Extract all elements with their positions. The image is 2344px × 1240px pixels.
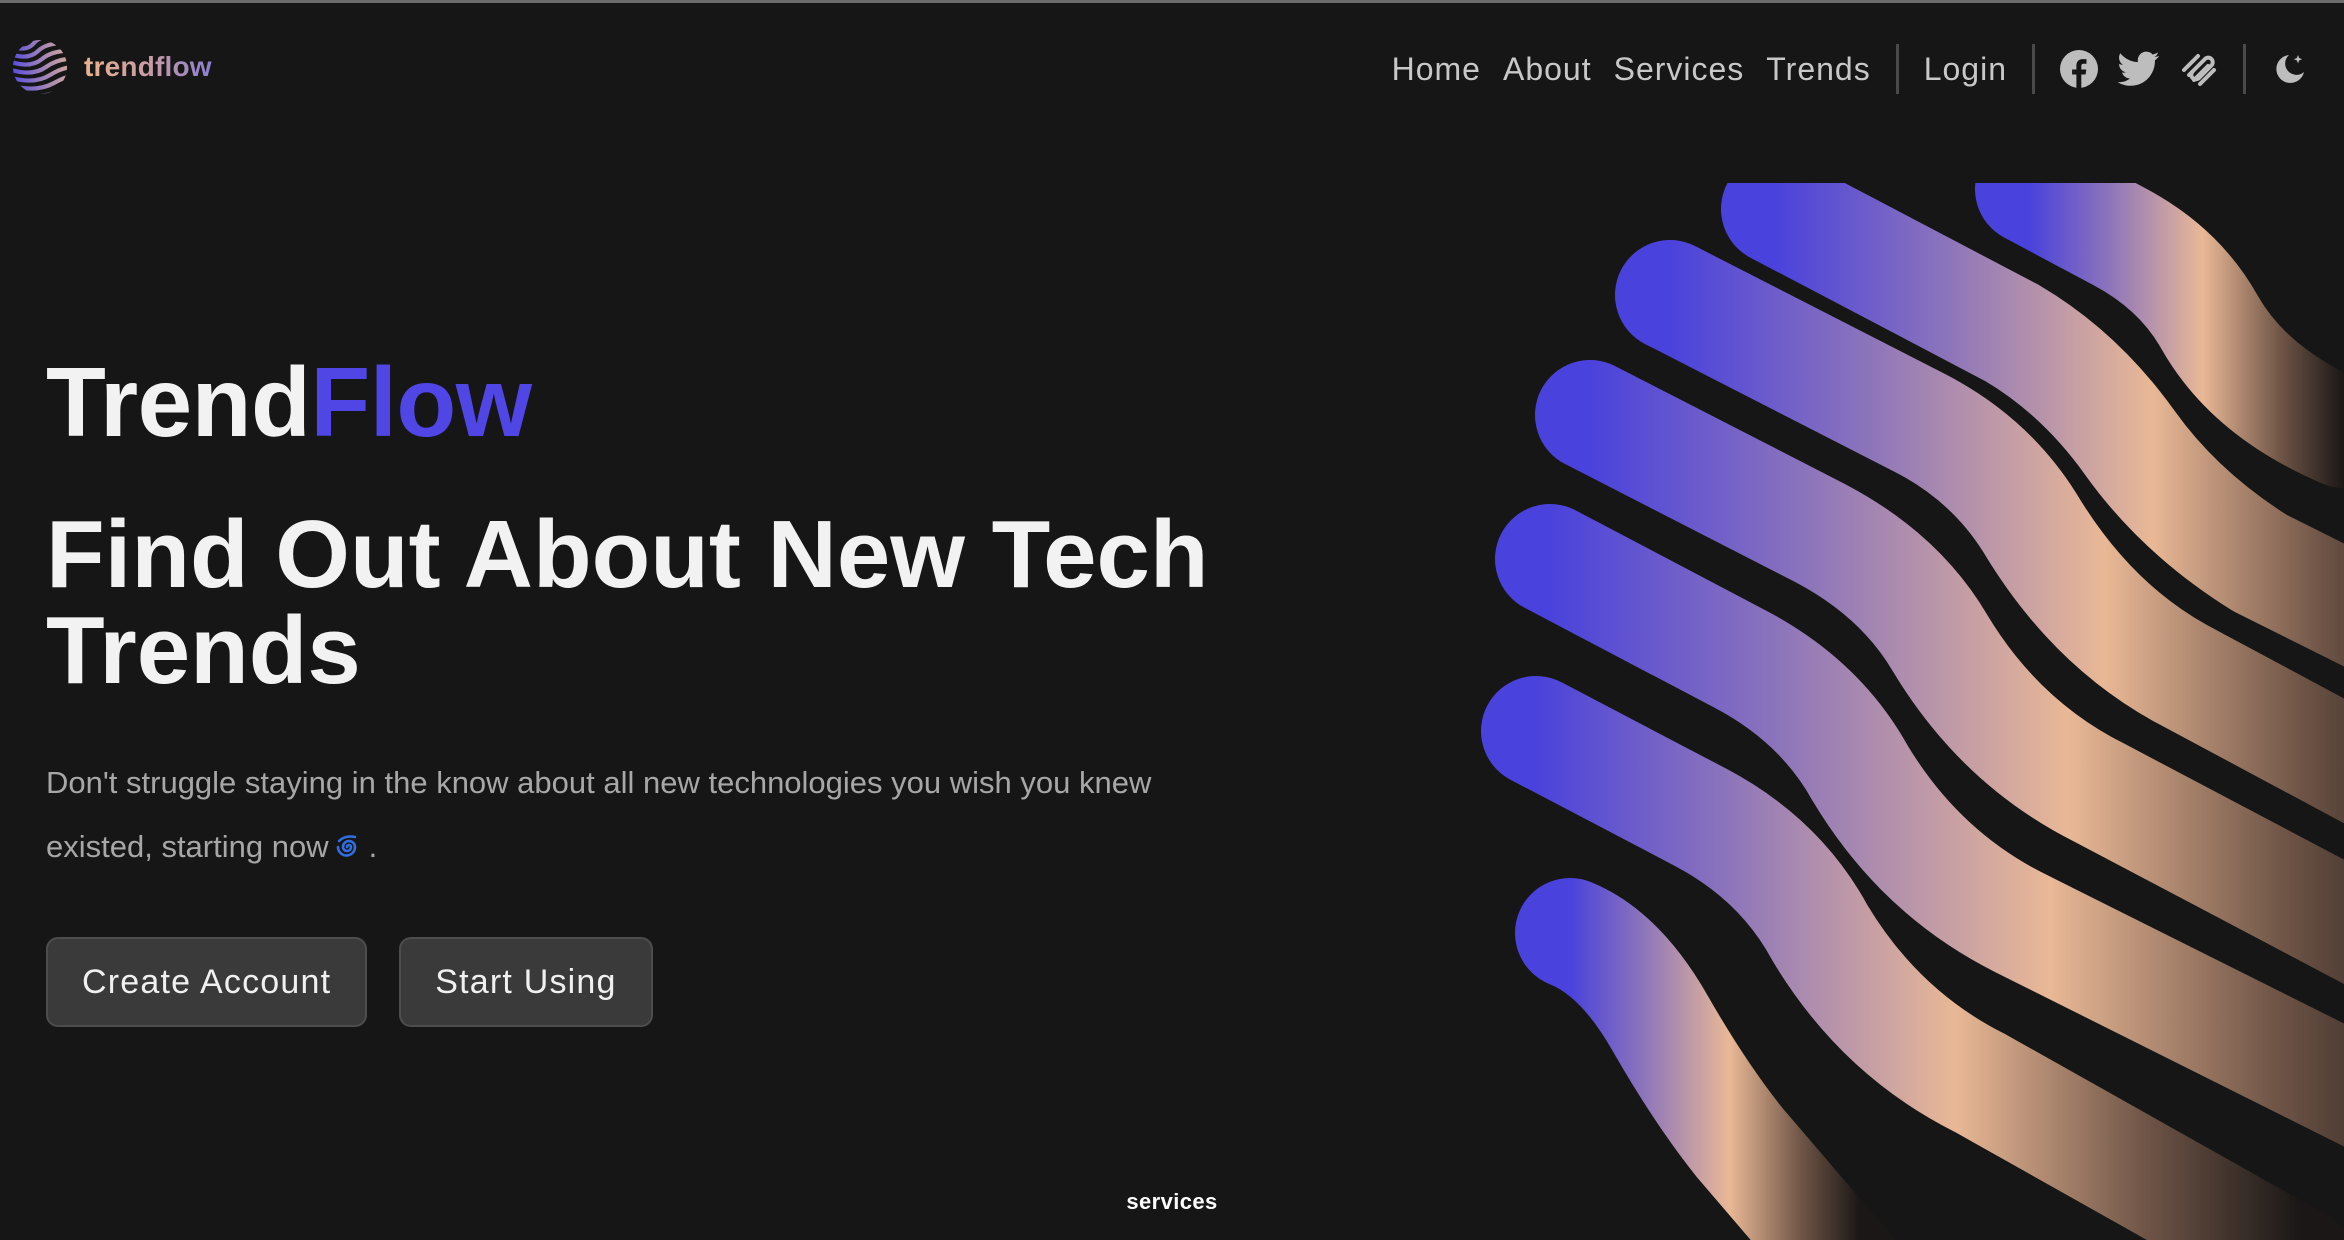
nav-divider [2032,44,2035,94]
hero-section: TrendFlow Find Out About New Tech Trends… [46,353,1346,1027]
create-account-button[interactable]: Create Account [46,937,368,1027]
hero-actions: Create Account Start Using [46,937,1346,1027]
facebook-icon[interactable] [2057,47,2101,91]
hero-description-period: . [368,829,378,864]
nav-divider [1895,44,1899,94]
nav-login[interactable]: Login [1924,51,2007,88]
brand-title: TrendFlow [46,353,1346,451]
hero-description-text: Don't struggle staying in the know about… [46,765,1152,864]
twitter-icon[interactable] [2117,47,2161,91]
services-section-label: services [1126,1189,1218,1214]
logo-text: trendflow [84,51,212,82]
nav-services[interactable]: Services [1614,51,1745,88]
start-using-button[interactable]: Start Using [399,937,653,1027]
hero-description: Don't struggle staying in the know about… [46,751,1236,879]
nav-home[interactable]: Home [1392,51,1481,88]
moon-icon[interactable] [2268,47,2312,91]
hero-flow-illustration [1481,183,2344,1240]
main-nav: Home About Services Trends Login [1381,41,2320,97]
cyclone-icon [336,835,356,857]
page: trendflow Home About Services Trends Log… [0,0,2344,1240]
brand-title-part1: Trend [46,347,311,457]
hero-headline: Find Out About New Tech Trends [46,501,1209,704]
brand-title-accent: Flow [310,347,532,457]
site-header: trendflow Home About Services Trends Log… [0,3,2344,133]
logo-link[interactable]: trendflow [12,39,212,95]
nav-trends[interactable]: Trends [1766,51,1870,88]
squarespace-icon[interactable] [2177,47,2221,91]
nav-divider [2243,44,2246,94]
nav-about[interactable]: About [1503,51,1592,88]
logo-icon [13,40,67,94]
